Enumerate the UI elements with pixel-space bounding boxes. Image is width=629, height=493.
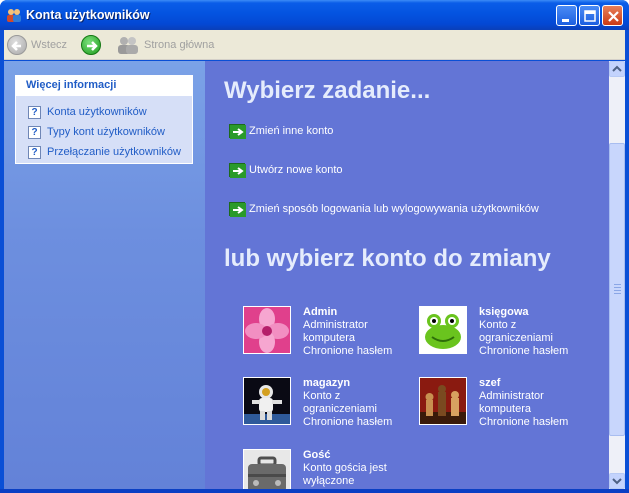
home-button[interactable]: Strona główna: [116, 34, 214, 56]
back-button[interactable]: Wstecz: [7, 34, 67, 56]
help-icon: ?: [28, 105, 41, 119]
frog-picture: [419, 306, 467, 354]
more-info-box: Więcej informacji ? Konta użytkowników ?…: [15, 75, 193, 164]
side-pane: Więcej informacji ? Konta użytkowników ?…: [4, 61, 205, 489]
back-arrow-icon: [7, 35, 27, 55]
sidebar-item-label: Przełączanie użytkowników: [47, 146, 181, 158]
task-change-another-account[interactable]: Zmień inne konto: [229, 123, 333, 139]
back-label: Wstecz: [31, 39, 68, 51]
window-frame-bottom: [0, 489, 629, 493]
forward-button[interactable]: [81, 34, 101, 56]
sidebar-item-label: Konta użytkowników: [47, 106, 147, 118]
account-szef[interactable]: szef Administrator komputera Chronione h…: [419, 377, 589, 432]
account-description: Konto z ograniczeniami Chronione hasłem: [303, 390, 393, 428]
account-description: Administrator komputera Chronione hasłem: [479, 390, 569, 428]
accounts-heading: lub wybierz konto do zmiany: [224, 245, 551, 272]
help-icon: ?: [28, 125, 41, 139]
close-button[interactable]: [602, 5, 623, 26]
account-admin[interactable]: Admin Administrator komputera Chronione …: [243, 306, 413, 361]
account-magazyn[interactable]: magazyn Konto z ograniczeniami Chronione…: [243, 377, 413, 432]
sidebar-item-switching-users[interactable]: ? Przełączanie użytkowników: [28, 144, 181, 160]
scroll-up-button[interactable]: [609, 61, 625, 77]
home-label: Strona główna: [144, 39, 215, 51]
account-name: magazyn: [303, 377, 351, 389]
scroll-down-button[interactable]: [609, 473, 625, 489]
users-icon: [6, 7, 22, 23]
account-name: księgowa: [479, 306, 529, 318]
forward-arrow-icon: [81, 35, 101, 55]
account-name: Gość: [303, 449, 331, 461]
sidebar-item-user-accounts[interactable]: ? Konta użytkowników: [28, 104, 147, 120]
task-label: Zmień inne konto: [249, 125, 334, 137]
chess-picture: [419, 377, 467, 425]
main-pane: Wybierz zadanie... Zmień inne konto Utwó…: [205, 61, 609, 489]
scroll-thumb[interactable]: [609, 143, 625, 436]
flower-picture: [243, 306, 291, 354]
task-label: Zmień sposób logowania lub wylogowywania…: [249, 203, 539, 215]
account-ksiegowa[interactable]: księgowa Konto z ograniczeniami Chronion…: [419, 306, 589, 361]
task-heading: Wybierz zadanie...: [224, 77, 431, 104]
sidebar-item-account-types[interactable]: ? Typy kont użytkowników: [28, 124, 165, 140]
minimize-button[interactable]: [556, 5, 577, 26]
suitcase-picture: [243, 449, 291, 489]
window: Konta użytkowników Wstecz Strona główna …: [0, 0, 629, 493]
task-change-logon-logoff[interactable]: Zmień sposób logowania lub wylogowywania…: [229, 201, 539, 217]
more-info-title: Więcej informacji: [16, 76, 192, 96]
window-title: Konta użytkowników: [26, 8, 150, 22]
maximize-button[interactable]: [579, 5, 600, 26]
green-arrow-icon: [229, 124, 246, 139]
account-guest[interactable]: Gość Konto gościa jest wyłączone: [243, 449, 413, 489]
sidebar-item-label: Typy kont użytkowników: [47, 126, 165, 138]
account-name: Admin: [303, 306, 338, 318]
account-description: Administrator komputera Chronione hasłem: [303, 319, 393, 357]
green-arrow-icon: [229, 163, 246, 178]
help-icon: ?: [28, 145, 41, 159]
toolbar: Wstecz Strona główna: [4, 30, 625, 60]
account-description: Konto z ograniczeniami Chronione hasłem: [479, 319, 569, 357]
green-arrow-icon: [229, 202, 246, 217]
task-label: Utwórz nowe konto: [249, 164, 343, 176]
vertical-scrollbar[interactable]: [609, 61, 625, 489]
task-create-new-account[interactable]: Utwórz nowe konto: [229, 162, 343, 178]
account-name: szef: [479, 377, 501, 389]
account-description: Konto gościa jest wyłączone: [303, 462, 387, 487]
users-home-icon: [118, 37, 138, 54]
astronaut-picture: [243, 377, 291, 425]
title-bar[interactable]: Konta użytkowników: [0, 0, 629, 30]
